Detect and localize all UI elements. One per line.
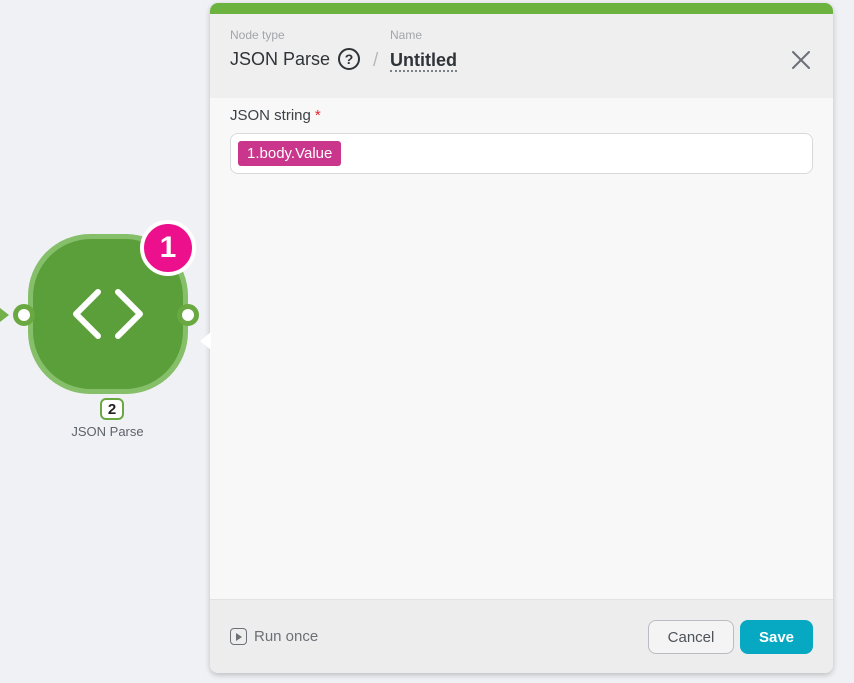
node-type-row: JSON Parse ? — [230, 48, 361, 70]
code-brackets-icon — [73, 289, 143, 339]
cancel-button[interactable]: Cancel — [648, 620, 734, 654]
header-separator: / — [373, 50, 379, 71]
json-string-label-text: JSON string — [230, 107, 311, 124]
node-type-value: JSON Parse — [230, 48, 331, 69]
node-type-caption: Node type — [230, 28, 285, 42]
play-square-icon — [230, 628, 247, 645]
panel-footer: Run once Cancel Save — [210, 599, 833, 673]
close-button[interactable] — [789, 48, 813, 72]
operations-count-badge: 1 — [140, 220, 196, 276]
help-circle-icon[interactable]: ? — [338, 48, 361, 70]
output-port[interactable] — [177, 304, 199, 326]
json-string-input[interactable]: 1.body.Value — [230, 133, 813, 174]
name-caption: Name — [390, 28, 423, 42]
save-button[interactable]: Save — [740, 620, 813, 654]
panel-body: JSON string * 1.body.Value — [210, 98, 833, 599]
node-id-badge: 2 — [100, 398, 124, 420]
run-once-button[interactable]: Run once — [230, 628, 318, 645]
node-label: JSON Parse — [71, 424, 144, 439]
node-name-editable[interactable]: Untitled — [390, 50, 457, 72]
panel-pointer — [200, 332, 211, 350]
panel-header: Node type Name JSON Parse ? / Untitled — [210, 14, 833, 98]
json-parse-node[interactable]: 1 2 JSON Parse — [0, 220, 215, 450]
close-icon — [792, 51, 810, 69]
run-once-label: Run once — [254, 628, 319, 645]
incoming-connector-arrow-icon — [0, 308, 9, 322]
node-settings-panel: Node type Name JSON Parse ? / Untitled J… — [210, 3, 833, 673]
input-port[interactable] — [13, 304, 35, 326]
mapped-value-pill[interactable]: 1.body.Value — [238, 141, 342, 166]
required-marker: * — [314, 107, 321, 124]
panel-accent-bar — [210, 3, 833, 14]
json-string-label: JSON string * — [230, 107, 321, 124]
